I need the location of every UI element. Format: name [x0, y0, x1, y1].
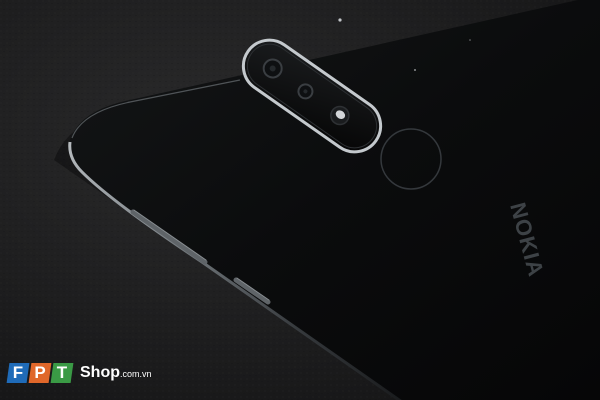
watermark-tile-t: T: [50, 363, 74, 383]
photo-scene: NOKIA F P T Shop.com.vn: [0, 0, 600, 400]
watermark-site: Shop: [80, 364, 120, 381]
watermark-logo: F P T: [6, 363, 74, 383]
watermark-site-name: Shop.com.vn: [80, 364, 152, 382]
photo-svg: NOKIA: [0, 0, 600, 400]
watermark-tile-f: F: [6, 363, 30, 383]
watermark: F P T Shop.com.vn: [6, 360, 152, 386]
watermark-tile-p: P: [28, 363, 52, 383]
watermark-site-suffix: .com.vn: [120, 369, 152, 379]
